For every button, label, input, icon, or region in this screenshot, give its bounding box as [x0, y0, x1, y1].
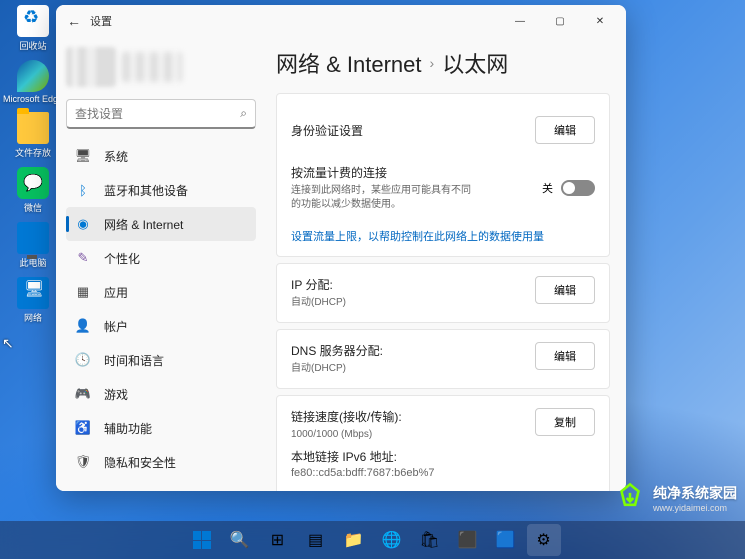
nav-bluetooth[interactable]: ᛒ蓝牙和其他设备	[66, 173, 256, 207]
breadcrumb: 网络 & Internet › 以太网	[276, 47, 610, 79]
shield-icon: 🛡	[74, 453, 92, 471]
breadcrumb-current: 以太网	[442, 47, 508, 79]
watermark-text: 纯净系统家园	[653, 485, 737, 501]
bluetooth-icon: ᛒ	[74, 181, 92, 199]
desktop-edge[interactable]: Microsoft Edge	[8, 60, 58, 104]
recycle-icon	[17, 5, 49, 37]
nav-accounts[interactable]: 👤帐户	[66, 309, 256, 343]
ipv6local-label: 本地链接 IPv6 地址:	[291, 448, 595, 465]
nav-windows-update[interactable]: ↻Windows 更新	[66, 479, 256, 485]
auth-edit-button[interactable]: 编辑	[535, 116, 595, 144]
metered-sub: 连接到此网络时，某些应用可能具有不同的功能以减少数据使用。	[291, 184, 471, 212]
ip-edit-button[interactable]: 编辑	[535, 276, 595, 304]
desktop-wechat[interactable]: 微信	[8, 167, 58, 214]
edge-icon	[17, 60, 49, 92]
sidebar: ⌕ 🖥系统 ᛒ蓝牙和其他设备 ◉网络 & Internet ✎个性化 ▦应用 👤…	[56, 37, 266, 491]
accessibility-icon: ♿	[74, 419, 92, 437]
watermark: 纯净系统家园 www.yidaimei.com	[613, 481, 737, 515]
system-icon: 🖥	[74, 147, 92, 165]
taskbar-explorer[interactable]: 📁	[337, 524, 371, 556]
taskbar-app2[interactable]: 🟦	[489, 524, 523, 556]
maximize-button[interactable]: ▢	[540, 5, 580, 37]
desktop-label: 网络	[24, 311, 42, 324]
desktop-recycle-bin[interactable]: 回收站	[8, 5, 58, 52]
watermark-url: www.yidaimei.com	[653, 503, 737, 513]
apps-icon: ▦	[74, 283, 92, 301]
wifi-icon: ◉	[74, 215, 92, 233]
chevron-right-icon: ›	[430, 55, 435, 71]
watermark-logo-icon	[613, 481, 647, 515]
nav-list: 🖥系统 ᛒ蓝牙和其他设备 ◉网络 & Internet ✎个性化 ▦应用 👤帐户…	[66, 139, 256, 485]
search-input[interactable]	[75, 107, 240, 121]
card-auth-metered: 身份验证设置 编辑 按流量计费的连接 连接到此网络时，某些应用可能具有不同的功能…	[276, 93, 610, 257]
card-ip: IP 分配: 自动(DHCP) 编辑	[276, 263, 610, 323]
desktop-this-pc[interactable]: 此电脑	[8, 222, 58, 269]
nav-personalization[interactable]: ✎个性化	[66, 241, 256, 275]
nav-accessibility[interactable]: ♿辅助功能	[66, 411, 256, 445]
dns-value: 自动(DHCP)	[291, 362, 383, 376]
metered-toggle[interactable]	[561, 180, 595, 196]
content-area: 网络 & Internet › 以太网 身份验证设置 编辑 按流量计费的连接 连…	[266, 37, 626, 491]
close-button[interactable]: ✕	[580, 5, 620, 37]
folder-icon	[17, 112, 49, 144]
pc-icon	[17, 222, 49, 254]
desktop-label: Microsoft Edge	[3, 94, 63, 104]
nav-gaming[interactable]: 🎮游戏	[66, 377, 256, 411]
network-icon	[17, 277, 49, 309]
cursor-icon: ↖	[2, 335, 14, 352]
nav-time-language[interactable]: 🕓时间和语言	[66, 343, 256, 377]
search-box[interactable]: ⌕	[66, 99, 256, 129]
auth-label: 身份验证设置	[291, 122, 363, 139]
nav-system[interactable]: 🖥系统	[66, 139, 256, 173]
dns-edit-button[interactable]: 编辑	[535, 342, 595, 370]
titlebar: ← 设置 — ▢ ✕	[56, 5, 626, 37]
taskbar-widgets[interactable]: ▤	[299, 524, 333, 556]
desktop-folder[interactable]: 文件存放	[8, 112, 58, 159]
nav-network[interactable]: ◉网络 & Internet	[66, 207, 256, 241]
linkspeed-value: 1000/1000 (Mbps)	[291, 428, 402, 442]
profile-area[interactable]	[66, 43, 256, 91]
taskbar-settings[interactable]: ⚙	[527, 524, 561, 556]
ipv6local-value: fe80::cd5a:bdff:7687:b6eb%7	[291, 467, 595, 479]
dns-label: DNS 服务器分配:	[291, 342, 383, 359]
taskbar-edge[interactable]: 🌐	[375, 524, 409, 556]
taskbar-app1[interactable]: ⬛	[451, 524, 485, 556]
brush-icon: ✎	[74, 249, 92, 267]
ip-label: IP 分配:	[291, 276, 346, 293]
linkspeed-label: 链接速度(接收/传输):	[291, 408, 402, 425]
wechat-icon	[17, 167, 49, 199]
desktop-network[interactable]: 网络	[8, 277, 58, 324]
clock-icon: 🕓	[74, 351, 92, 369]
desktop-label: 文件存放	[15, 146, 51, 159]
back-button[interactable]: ←	[62, 13, 86, 29]
data-limit-link[interactable]: 设置流量上限，以帮助控制在此网络上的数据使用量	[291, 228, 595, 244]
avatar	[66, 47, 116, 87]
ip-value: 自动(DHCP)	[291, 296, 346, 310]
copy-button[interactable]: 复制	[535, 408, 595, 436]
taskbar-store[interactable]: 🛍	[413, 524, 447, 556]
search-icon: ⌕	[240, 106, 247, 121]
profile-name-blurred	[122, 52, 182, 82]
breadcrumb-parent[interactable]: 网络 & Internet	[276, 47, 422, 79]
windows-icon	[193, 531, 211, 549]
desktop-label: 微信	[24, 201, 42, 214]
game-icon: 🎮	[74, 385, 92, 403]
card-link-info: 链接速度(接收/传输): 1000/1000 (Mbps) 复制 本地链接 IP…	[276, 395, 610, 491]
desktop-label: 回收站	[19, 39, 46, 52]
window-title: 设置	[90, 13, 112, 29]
toggle-state: 关	[542, 180, 553, 196]
nav-privacy[interactable]: 🛡隐私和安全性	[66, 445, 256, 479]
minimize-button[interactable]: —	[500, 5, 540, 37]
metered-label: 按流量计费的连接	[291, 164, 471, 181]
start-button[interactable]	[185, 524, 219, 556]
settings-window: ← 设置 — ▢ ✕ ⌕ 🖥系统 ᛒ蓝牙和其他设备 ◉网络 & Internet…	[56, 5, 626, 491]
taskbar: 🔍 ⊞ ▤ 📁 🌐 🛍 ⬛ 🟦 ⚙	[0, 521, 745, 559]
person-icon: 👤	[74, 317, 92, 335]
taskbar-taskview[interactable]: ⊞	[261, 524, 295, 556]
taskbar-search[interactable]: 🔍	[223, 524, 257, 556]
nav-apps[interactable]: ▦应用	[66, 275, 256, 309]
card-dns: DNS 服务器分配: 自动(DHCP) 编辑	[276, 329, 610, 389]
